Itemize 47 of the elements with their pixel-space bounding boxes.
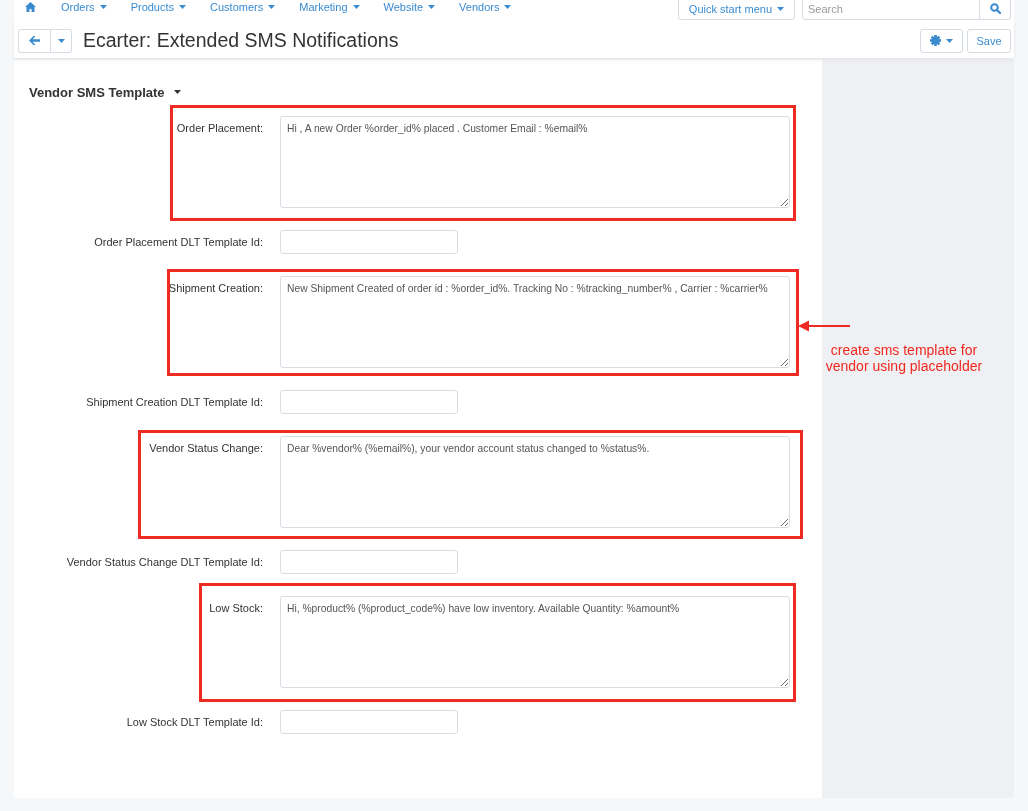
dropdown-button[interactable] xyxy=(51,28,72,53)
annotation-arrow xyxy=(798,320,851,332)
template-textarea[interactable]: Hi , A new Order %order_id% placed . Customer Email : %email% xyxy=(280,116,790,208)
field-label: Low Stock: xyxy=(209,602,263,615)
caret-icon xyxy=(428,5,436,9)
caret-icon xyxy=(57,38,65,43)
template-id-input[interactable] xyxy=(280,390,458,414)
quick-start-menu-button[interactable]: Quick start menu xyxy=(677,0,795,20)
template-id-input[interactable] xyxy=(280,550,458,574)
field-label: Low Stock DLT Template Id: xyxy=(126,715,263,729)
settings-icon xyxy=(930,35,941,46)
settings-button[interactable] xyxy=(920,28,963,53)
caret-icon xyxy=(99,5,107,9)
page-title: Ecarter: Extended SMS Notifications xyxy=(83,29,399,52)
nav-menu-link[interactable]: Website xyxy=(383,1,436,13)
field-label: Order Placement: xyxy=(176,122,263,135)
template-id-input[interactable] xyxy=(280,710,458,734)
nav-menu-link[interactable]: Orders xyxy=(61,1,107,13)
nav-menu-link[interactable]: Customers xyxy=(210,1,276,13)
field-label: Vendor Status Change: xyxy=(149,442,263,455)
search-button[interactable] xyxy=(980,0,1011,20)
nav-menu-link[interactable]: Products xyxy=(130,1,187,13)
nav-menu-link[interactable]: Vendors xyxy=(459,1,512,13)
caret-icon xyxy=(179,5,187,9)
caret-icon xyxy=(777,6,784,11)
save-button[interactable]: Save xyxy=(967,28,1011,53)
search-icon xyxy=(989,3,1001,14)
caret-icon xyxy=(268,5,276,9)
caret-icon[interactable] xyxy=(173,90,181,94)
back-button[interactable] xyxy=(18,28,51,53)
template-textarea[interactable]: New Shipment Created of order id : %order_id%. Tracking No : %tracking_number% , Carrier : %carrier% xyxy=(280,276,790,368)
annotation-text: create sms template for vendor using placeholder xyxy=(824,342,984,374)
caret-icon xyxy=(946,38,953,43)
caret-icon xyxy=(352,5,360,9)
field-label: Order Placement DLT Template Id: xyxy=(94,235,263,249)
template-id-input[interactable] xyxy=(280,230,458,254)
section-title[interactable]: Vendor SMS Template xyxy=(29,84,165,100)
nav-menu-link[interactable]: Marketing xyxy=(299,1,360,13)
field-label: Vendor Status Change DLT Template Id: xyxy=(66,555,263,569)
caret-icon xyxy=(504,5,512,9)
search-field[interactable]: Search xyxy=(802,0,980,20)
field-label: Shipment Creation DLT Template Id: xyxy=(86,395,263,409)
template-textarea[interactable]: Hi, %product% (%product_code%) have low inventory. Available Quantity: %amount% xyxy=(280,596,790,688)
home-icon[interactable] xyxy=(25,2,36,12)
left-arrow-icon xyxy=(29,36,40,45)
field-label: Shipment Creation: xyxy=(168,282,263,295)
template-textarea[interactable]: Dear %vendor% (%email%), your vendor account status changed to %status%. xyxy=(280,436,790,528)
